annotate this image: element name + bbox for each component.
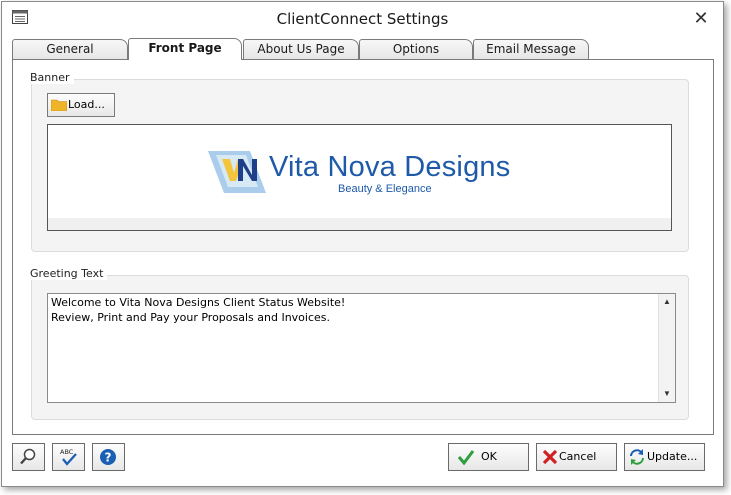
folder-icon (51, 99, 67, 111)
update-button-label: Update... (647, 450, 698, 463)
refresh-icon (630, 449, 644, 465)
title-bar: ClientConnect Settings ✕ (2, 2, 723, 34)
update-button[interactable]: Update... (624, 443, 705, 471)
banner-group: Banner Load... Vita Nova Designs Beauty … (30, 71, 689, 252)
help-icon: ? (100, 449, 116, 465)
banner-preview: Vita Nova Designs Beauty & Elegance (47, 124, 672, 231)
greeting-group-label: Greeting Text (30, 267, 108, 280)
tab-strip: General Front Page About Us Page Options… (12, 38, 712, 61)
tab-about-us-page[interactable]: About Us Page (243, 39, 359, 59)
svg-text:?: ? (105, 451, 112, 465)
checkmark-icon (457, 450, 475, 466)
vertical-scrollbar[interactable]: ▲ ▼ (658, 294, 675, 402)
ok-button[interactable]: OK (448, 443, 529, 471)
red-x-icon (542, 449, 558, 465)
logo-name: Vita Nova Designs (269, 151, 511, 183)
spellcheck-button[interactable]: ABC (52, 443, 85, 471)
scroll-down-arrow-icon[interactable]: ▼ (659, 386, 675, 402)
cancel-button[interactable]: Cancel (536, 443, 617, 471)
window-title: ClientConnect Settings (276, 10, 449, 28)
cancel-button-label: Cancel (559, 450, 597, 463)
banner-group-label: Banner (30, 71, 74, 84)
ok-button-label: OK (481, 450, 497, 463)
greeting-line-2: Review, Print and Pay your Proposals and… (51, 311, 331, 324)
spellcheck-icon: ABC (60, 448, 77, 466)
tab-email-message[interactable]: Email Message (473, 39, 589, 59)
logo-mark-icon (208, 151, 266, 193)
search-button[interactable] (12, 443, 45, 471)
greeting-textarea[interactable]: Welcome to Vita Nova Designs Client Stat… (47, 293, 676, 403)
close-icon[interactable]: ✕ (691, 8, 711, 28)
logo-tagline: Beauty & Elegance (338, 183, 432, 195)
greeting-group: Greeting Text Welcome to Vita Nova Desig… (30, 267, 689, 420)
help-button[interactable]: ? (92, 443, 125, 471)
banner-bottom-strip (48, 218, 671, 230)
front-page-panel: Banner Load... Vita Nova Designs Beauty … (12, 59, 714, 435)
svg-text:ABC: ABC (60, 448, 74, 456)
scroll-up-arrow-icon[interactable]: ▲ (659, 294, 675, 310)
magnifier-icon (20, 448, 36, 465)
greeting-line-1: Welcome to Vita Nova Designs Client Stat… (51, 296, 346, 309)
tab-front-page[interactable]: Front Page (128, 38, 242, 60)
load-button-label: Load... (68, 98, 105, 111)
tab-options[interactable]: Options (359, 39, 473, 59)
load-banner-button[interactable]: Load... (47, 93, 115, 117)
tab-general[interactable]: General (12, 39, 128, 59)
settings-dialog: ClientConnect Settings ✕ General Front P… (1, 1, 724, 487)
